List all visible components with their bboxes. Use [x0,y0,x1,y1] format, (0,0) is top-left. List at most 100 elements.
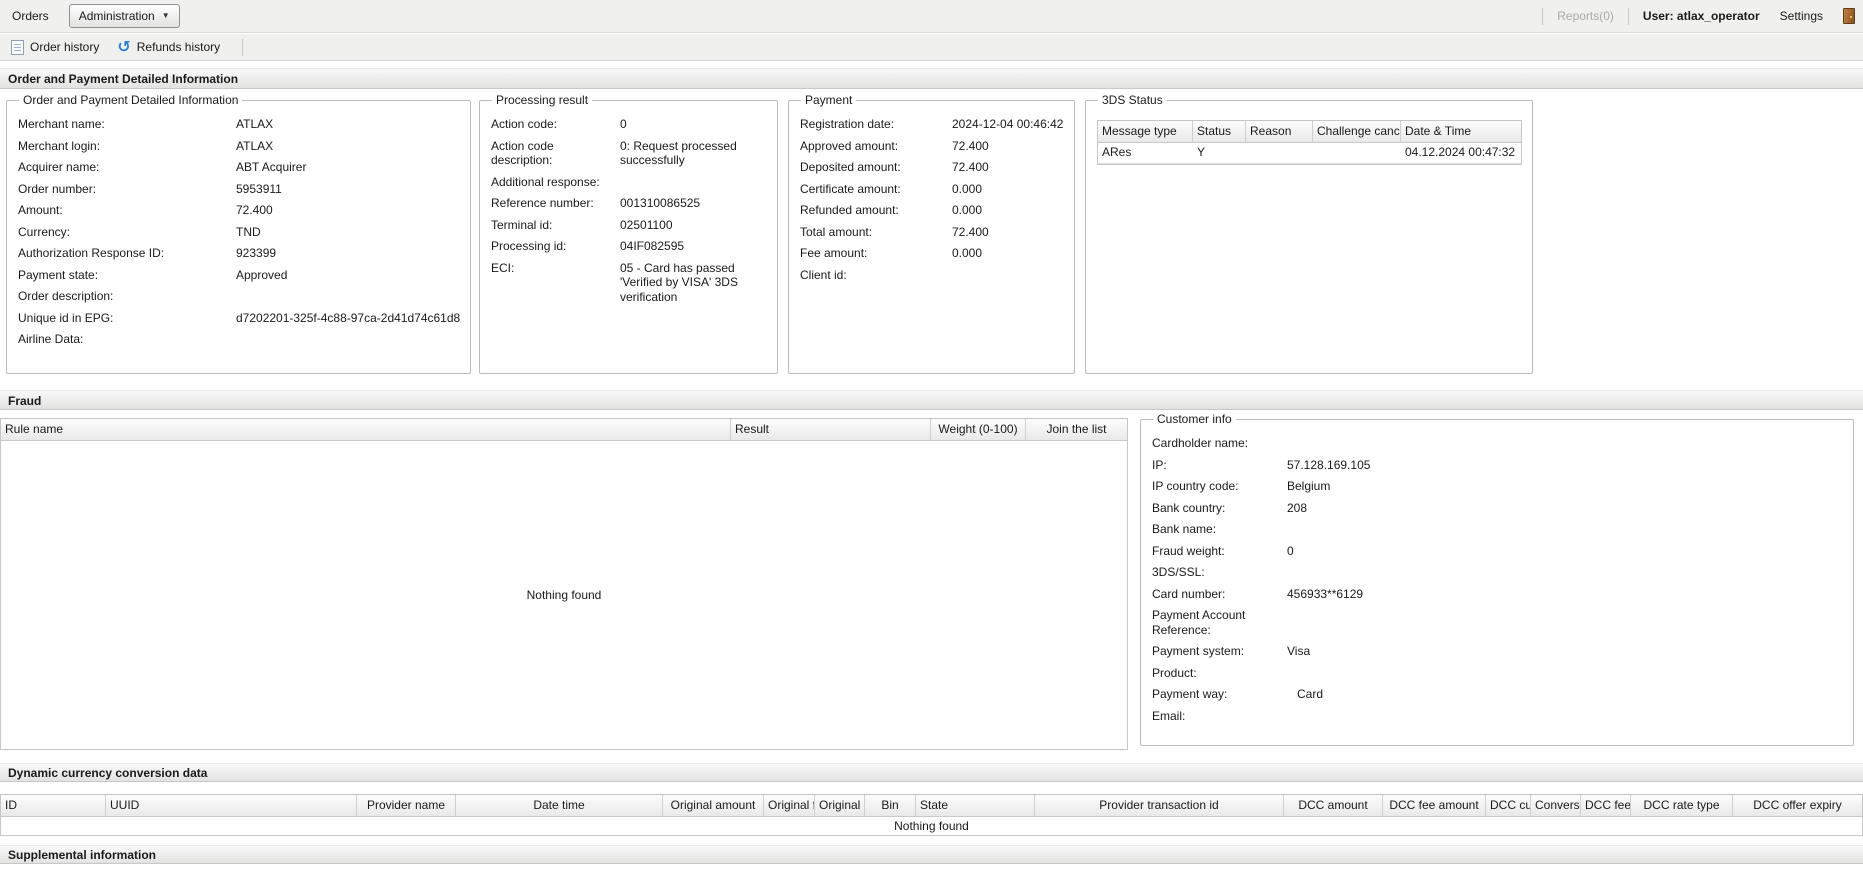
field-value: ATLAX [236,138,274,153]
refunds-history-label: Refunds history [136,40,221,54]
column-header: Date & Time [1405,124,1472,138]
field-label: Merchant name: [18,117,105,131]
field-value [1287,608,1843,637]
field-row: Deposited amount: 72.400 [800,160,1064,175]
field-value [952,268,1064,283]
field-label: Amount: [18,203,63,217]
field-value: 0.000 [952,203,983,217]
order-info-rows: Merchant name: ATLAX Merchant login: ATLAX A… [18,117,460,347]
column-header: Weight (0-100) [931,419,1026,440]
column-header: Original c [815,795,865,816]
field-value: 04IF082595 [620,239,685,253]
field-label: Bank name: [1152,522,1217,536]
field-row: IP country code: Belgium [1152,479,1843,494]
field-row: Payment state: Approved [18,268,460,283]
field-label: Authorization Response ID: [18,246,165,260]
field-row: Payment way: Card [1152,687,1843,702]
menu-settings[interactable]: Settings [1774,9,1829,23]
column-header: State [916,795,1035,816]
table-cell: 04.12.2024 00:47:32 [1405,145,1516,159]
field-label: Processing id: [491,239,567,253]
order-history-label: Order history [30,40,100,54]
column-header: DCC fee [1581,795,1631,816]
field-label: Deposited amount: [800,160,901,174]
field-row: Fee amount: 0.000 [800,246,1064,261]
field-label: Payment system: [1152,644,1245,658]
field-value: 72.400 [236,203,273,217]
field-label: Registration date: [800,117,895,131]
chevron-down-icon: ▼ [161,11,170,20]
field-value: 57.128.169.105 [1287,457,1371,472]
field-value: 2024-12-04 00:46:42 [952,117,1064,131]
column-header: Result [731,419,931,440]
table-cell [1246,143,1313,163]
field-label: Unique id in EPG: [18,310,114,325]
order-history-button[interactable]: Order history [7,38,103,57]
menu-orders[interactable]: Orders [6,9,55,23]
field-value: 72.400 [952,138,989,153]
field-value: 72.400 [952,160,989,174]
field-value [1287,666,1843,681]
separator [1627,7,1629,25]
field-label: Order description: [18,289,114,303]
field-label: Cardholder name: [1152,436,1249,450]
field-label: Certificate amount: [800,181,901,196]
field-label: Card number: [1152,586,1226,601]
table-header: Rule name Result Weight (0-100) Join the li… [1,419,1127,441]
field-row: Certificate amount: 0.000 [800,182,1064,197]
field-label: Payment Account Reference: [1152,608,1246,637]
field-row: Terminal id: 02501100 [491,218,767,233]
field-row: Approved amount: 72.400 [800,139,1064,154]
field-label: ECI: [491,260,515,275]
column-header: Message type [1098,121,1193,142]
separator [242,38,244,56]
table-cell: Y [1197,145,1206,159]
logout-door-icon[interactable] [1843,8,1855,24]
separator [1542,7,1544,25]
column-header: DCC amount [1284,795,1383,816]
field-value: 02501100 [620,217,673,232]
field-label: Fee amount: [800,246,868,260]
field-value: 0.000 [952,181,983,196]
administration-dropdown[interactable]: Administration ▼ [68,4,180,28]
column-header: DCC rate type [1631,795,1733,816]
field-label: Total amount: [800,224,873,239]
field-label: Merchant login: [18,138,101,153]
field-label: Refunded amount: [800,203,899,217]
section-header-order-payment: Order and Payment Detailed Information [0,68,1863,89]
field-row: Payment system: Visa [1152,644,1843,659]
field-label: Action code: [491,117,558,131]
field-value: Approved [236,267,288,282]
field-row: Airline Data: [18,332,460,347]
fraud-table: Rule name Result Weight (0-100) Join the li… [0,418,1128,750]
column-header: Provider name [357,795,456,816]
field-row: Additional response: [491,175,767,190]
dcc-table: ID UUID Provider name Date time Original amo… [0,794,1863,836]
table-header: Message type Status Reason Challenge cancel… [1098,121,1521,143]
field-label: IP country code: [1152,479,1239,493]
refunds-history-button[interactable]: ↺ Refunds history [113,38,224,56]
field-row: Client id: [800,268,1064,283]
column-header: Conversi [1531,795,1581,816]
field-row: Fraud weight: 0 [1152,544,1843,559]
field-value [1287,436,1843,451]
column-header: Date time [456,795,663,816]
column-header: Rule name [1,419,731,440]
field-label: Airline Data: [18,332,84,346]
threeds-fieldset: 3DS Status Message type Status Reason Chall… [1085,93,1533,374]
field-value: d7202201-325f-4c88-97ca-2d41d74c61d8 [236,310,461,325]
field-label: IP: [1152,457,1167,472]
field-row: Total amount: 72.400 [800,225,1064,240]
field-row: Acquirer name: ABT Acquirer [18,160,460,175]
customer-info-fieldset: Customer info Cardholder name: IP: 57.128.… [1140,412,1854,746]
payment-legend: Payment [805,93,853,107]
field-row: IP: 57.128.169.105 [1152,458,1843,473]
field-row: Unique id in EPG: d7202201-325f-4c88-97ca… [18,311,460,326]
field-row: Merchant name: ATLAX [18,117,460,132]
field-label: Approved amount: [800,138,899,153]
table-cell [1313,143,1401,163]
field-row: Refunded amount: 0.000 [800,203,1064,218]
field-row: Amount: 72.400 [18,203,460,218]
field-row: Registration date: 2024-12-04 00:46:42 [800,117,1064,132]
menu-reports[interactable]: Reports(0) [1557,9,1614,23]
